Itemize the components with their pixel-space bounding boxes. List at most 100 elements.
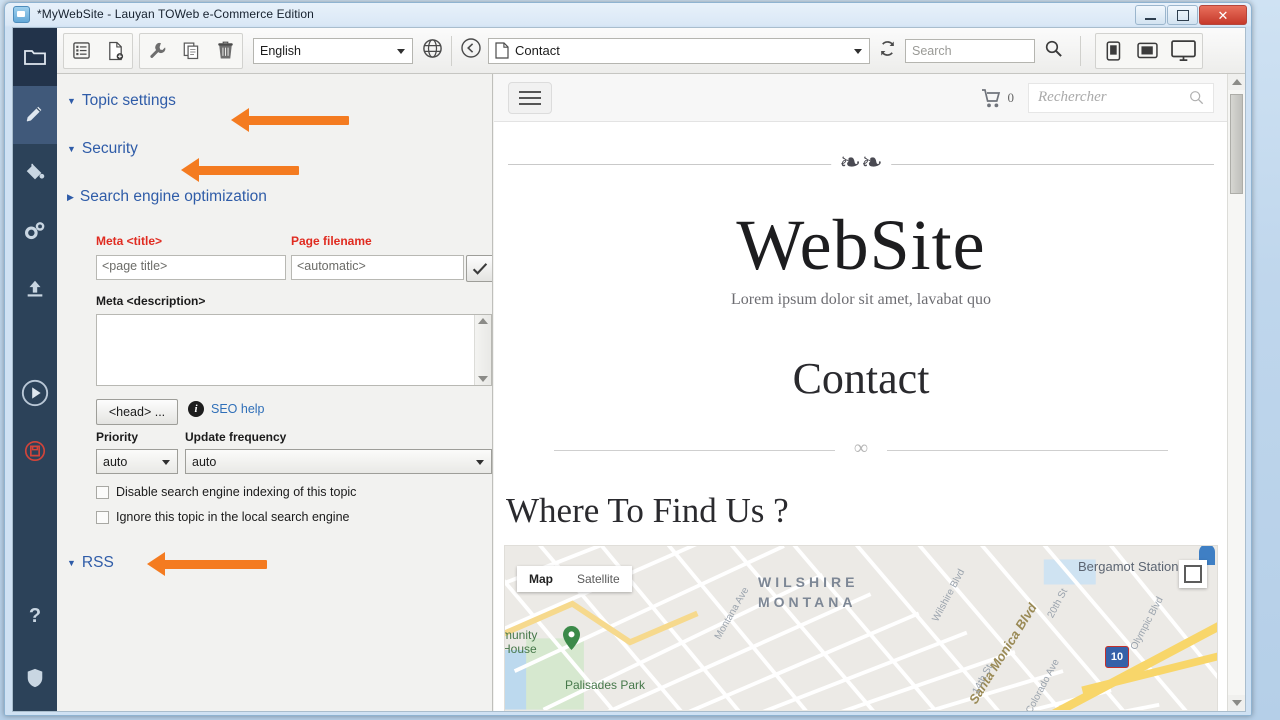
question-mark-icon: ? [28,604,42,627]
info-icon: i [188,401,204,417]
shopping-cart-icon[interactable] [979,86,1001,110]
priority-select[interactable]: auto [96,449,178,474]
sidebar-item-settings[interactable] [13,202,57,260]
satellite-view-button[interactable]: Satellite [565,566,632,592]
back-button[interactable] [460,37,482,64]
client-area: ? English Contact Search ▼ Topic setting… [12,27,1246,712]
sidebar-item-save[interactable] [13,422,57,480]
sidebar-item-preview[interactable] [13,364,57,422]
ignore-local-search-checkbox[interactable] [96,510,109,524]
sidebar-item-help[interactable]: ? [13,587,57,645]
close-icon: ✕ [1217,7,1229,23]
chevron-down-icon [397,48,405,54]
scroll-up-icon [1231,79,1242,85]
close-button[interactable]: ✕ [1199,5,1247,25]
scrollbar-thumb[interactable] [1230,94,1243,194]
topics-list-button[interactable] [64,35,98,67]
site-preview-pane: 0 Rechercher ❧❧ WebSite Lorem ipsum dolo… [494,74,1245,711]
ornament-divider: ❧❧ [508,150,1214,176]
divider-glyph: ∞ [853,437,869,459]
duplicate-button[interactable] [174,35,208,67]
delete-trash-button[interactable] [208,35,242,67]
seo-help-link[interactable]: i SEO help [188,401,265,417]
search-icon [1190,91,1204,105]
head-button[interactable]: <head> ... [96,399,178,425]
section-topic-settings[interactable]: ▼ Topic settings [57,92,176,110]
preview-scrollbar[interactable] [1227,74,1245,711]
scroll-up-button[interactable] [1228,74,1245,90]
sidebar-item-security[interactable] [13,645,57,711]
refresh-button[interactable] [878,39,897,63]
phone-icon [1106,40,1120,61]
desktop-icon [1170,39,1196,61]
disable-indexing-checkbox[interactable] [96,485,109,499]
disable-indexing-row[interactable]: Disable search engine indexing of this t… [96,485,356,499]
section-security-label: Security [81,140,138,157]
tablet-preview-button[interactable] [1130,35,1164,67]
upload-icon [27,280,43,297]
map-view-button[interactable]: Map [517,566,565,592]
section-rss-label: RSS [81,554,114,571]
settings-wrench-button[interactable] [140,35,174,67]
hamburger-menu-button[interactable] [508,81,552,114]
page-filename-input[interactable]: <automatic> [291,255,464,280]
hamburger-menu-icon [519,90,541,93]
update-frequency-select[interactable]: auto [185,449,492,474]
search-input[interactable]: Search [905,38,1035,63]
sidebar-item-theme[interactable] [13,144,57,202]
filename-confirm-button[interactable] [466,255,492,282]
maximize-button[interactable] [1167,5,1198,25]
delete-trash-icon [217,41,233,59]
preview-tagline: Lorem ipsum dolor sit amet, lavabat quo [731,291,991,308]
new-page-button[interactable] [98,35,132,67]
head-button-label: <head> ... [108,405,166,419]
preview-site-header: 0 Rechercher [494,74,1228,122]
check-icon [472,262,488,275]
preview-page-title: Contact [792,354,930,403]
map-type-control[interactable]: Map Satellite [517,566,632,592]
section-security[interactable]: ▼ Security [57,140,138,158]
application-window: *MyWebSite - Lauyan TOWeb e-Commerce Edi… [4,2,1252,716]
preview-site-name: WebSite [736,205,986,285]
scroll-down-button[interactable] [1228,695,1245,711]
duplicate-icon [183,42,198,60]
map-fullscreen-button[interactable] [1179,560,1207,588]
scroll-up-icon[interactable] [478,318,488,324]
triangle-right-icon: ▶ [67,191,74,202]
meta-title-input[interactable]: <page title> [96,255,286,280]
section-topic-settings-label: Topic settings [81,92,176,109]
chevron-down-icon [476,460,484,465]
toolbar-divider [451,35,452,66]
navigation-rail: ? [13,28,57,711]
search-button[interactable] [1044,39,1063,63]
section-seo[interactable]: ▶ Search engine optimization [57,188,267,206]
meta-title-value: <page title> [102,259,168,273]
priority-label: Priority [96,430,139,444]
section-rss[interactable]: ▼ RSS [57,554,114,572]
settings-wrench-icon [149,42,165,58]
preview-search-input[interactable]: Rechercher [1028,82,1214,113]
device-preview-group [1095,32,1203,69]
sidebar-item-publish[interactable] [13,260,57,318]
paint-bucket-icon [26,163,45,180]
page-icon [495,42,509,59]
desktop-preview-button[interactable] [1164,35,1202,67]
preview-content: 0 Rechercher ❧❧ WebSite Lorem ipsum dolo… [494,74,1228,711]
languages-button[interactable] [422,38,443,64]
sidebar-item-edit[interactable] [13,86,57,144]
back-arrow-icon [461,38,481,58]
globe-icon [423,38,442,58]
scroll-down-icon[interactable] [478,376,488,382]
minimize-button[interactable] [1135,5,1166,25]
triangle-down-icon: ▼ [67,95,76,106]
page-selector[interactable]: Contact [488,37,870,64]
gears-icon [25,222,45,240]
chevron-down-icon [162,460,170,465]
meta-description-textarea[interactable] [96,314,492,386]
sidebar-item-topics[interactable] [13,28,57,86]
language-select[interactable]: English [253,37,413,64]
preview-map[interactable]: Map Satellite WILSHIRE MONTANA Montana A… [504,545,1218,711]
textarea-scrollbar[interactable] [474,315,491,385]
phone-preview-button[interactable] [1096,35,1130,67]
ignore-local-search-row[interactable]: Ignore this topic in the local search en… [96,510,349,524]
